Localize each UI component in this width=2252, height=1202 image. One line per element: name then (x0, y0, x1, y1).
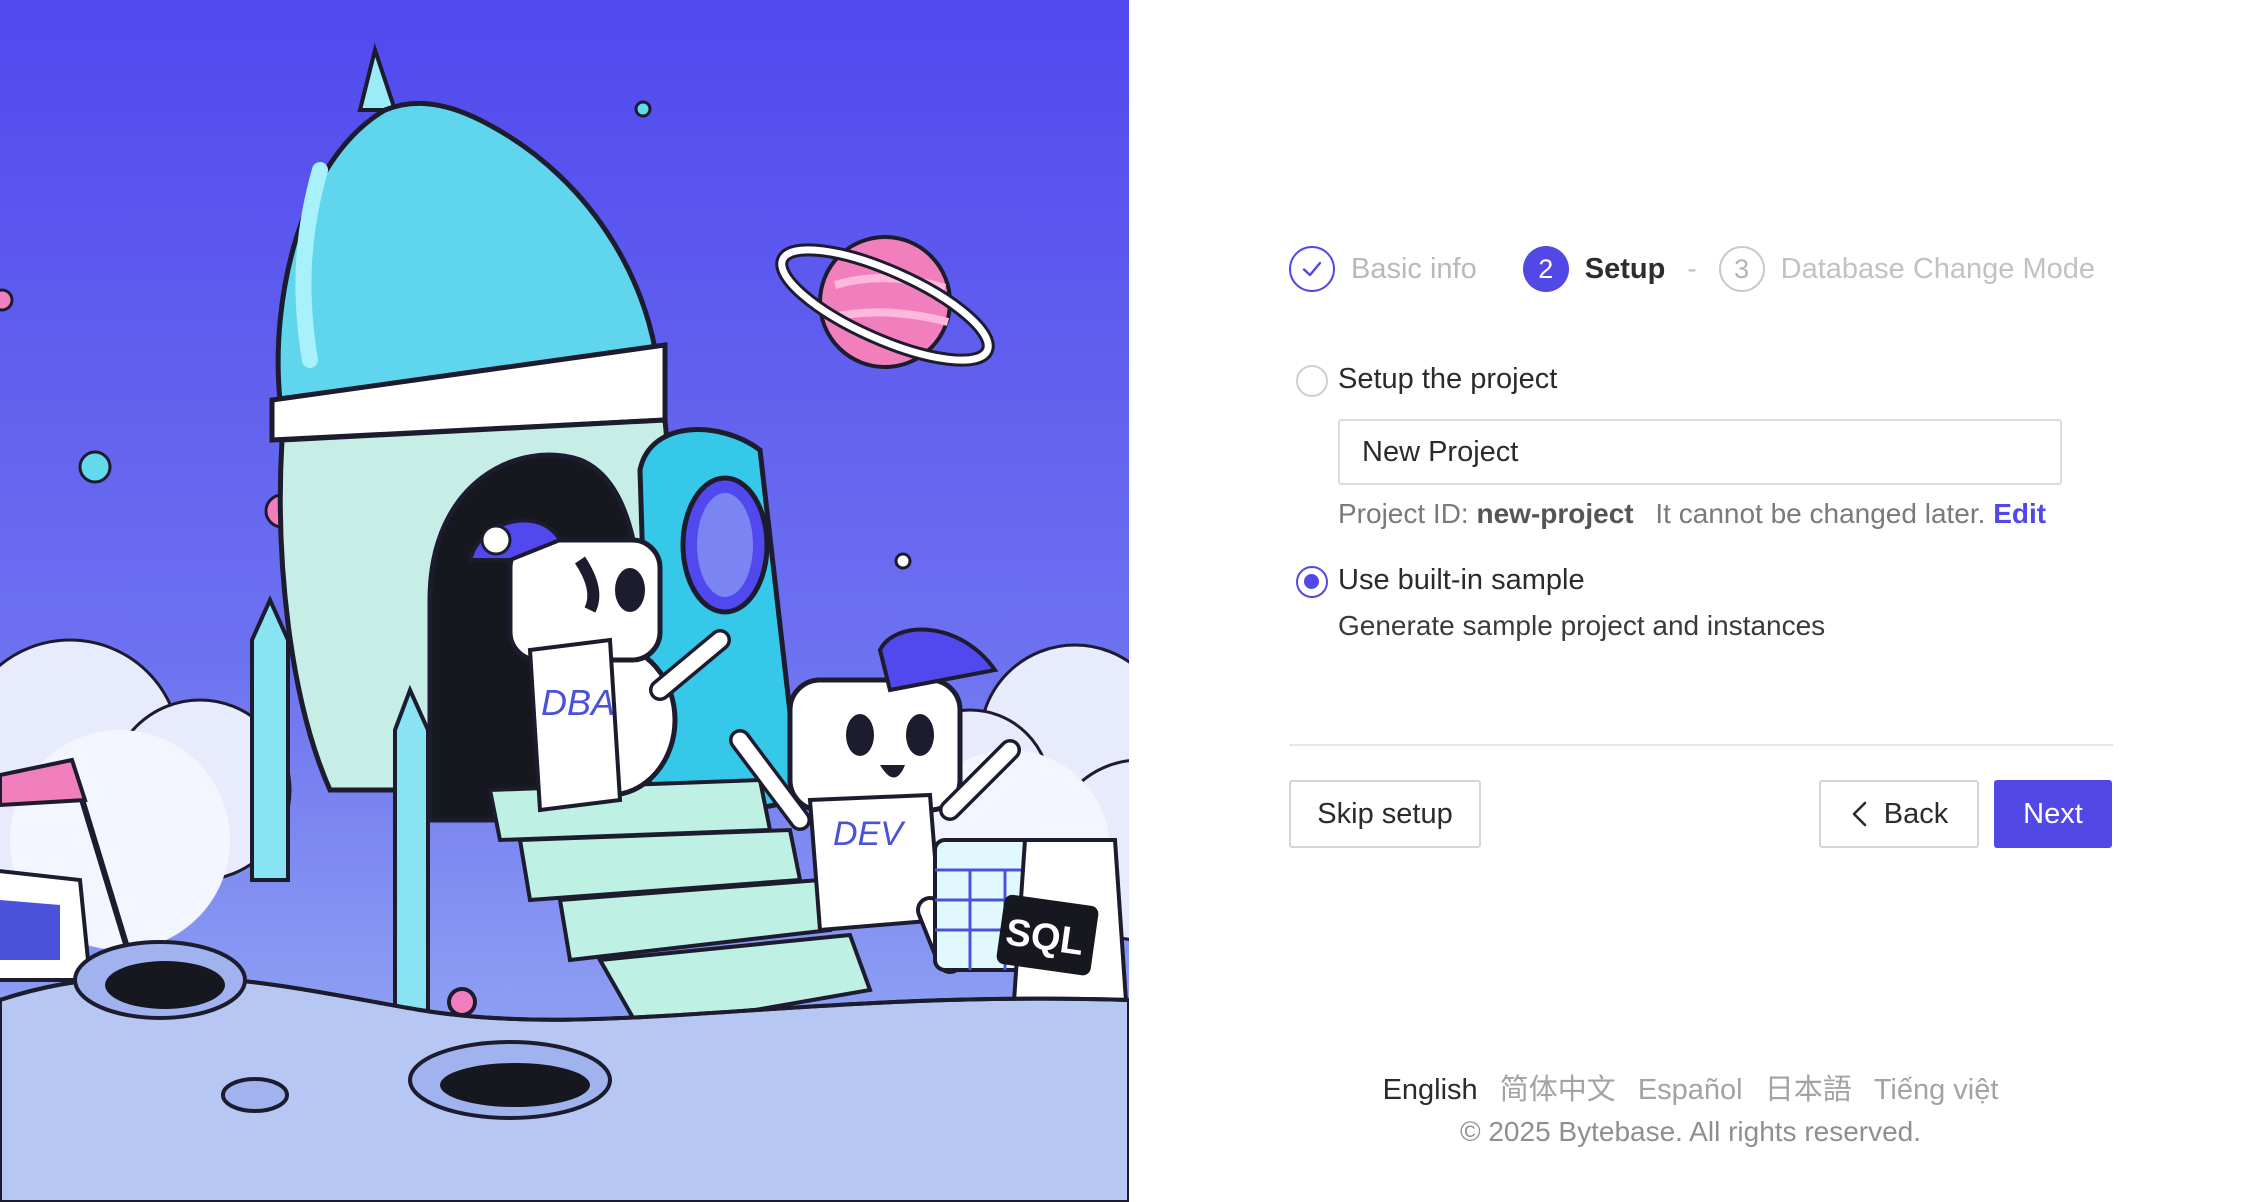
use-sample-label[interactable]: Use built-in sample (1338, 564, 1585, 597)
skip-setup-button[interactable]: Skip setup (1289, 780, 1481, 848)
step-label: Database Change Mode (1780, 252, 2096, 285)
lang-simplified-chinese[interactable]: 简体中文 (1500, 1074, 1616, 1106)
lang-english[interactable]: English (1383, 1074, 1478, 1106)
setup-project-radio[interactable] (1296, 365, 1328, 397)
edit-project-id-link[interactable]: Edit (1993, 498, 2046, 529)
step-database-change-mode[interactable]: 3 Database Change Mode (1718, 246, 2096, 292)
project-id-prefix: Project ID: (1338, 498, 1469, 529)
lang-japanese[interactable]: 日本語 (1765, 1074, 1852, 1106)
svg-text:DBA: DBA (541, 682, 615, 723)
project-name-input[interactable] (1338, 419, 2062, 485)
language-switcher: English 简体中文 Español 日本語 Tiếng việt (1129, 1066, 2252, 1108)
step-basic-info[interactable]: Basic info (1289, 246, 1477, 292)
step-number: 2 (1522, 246, 1569, 292)
back-label: Back (1883, 797, 1949, 830)
svg-text:DEV: DEV (833, 815, 906, 853)
back-button[interactable]: Back (1819, 780, 1979, 848)
step-setup[interactable]: 2 Setup (1522, 246, 1666, 292)
step-number: 3 (1718, 246, 1765, 292)
hero-illustration: DBA DEV SQL (0, 0, 1129, 1202)
project-id-hint: Project ID: new-project It cannot be cha… (1338, 498, 2046, 530)
lang-vietnamese[interactable]: Tiếng việt (1874, 1074, 1999, 1106)
step-label: Setup (1584, 252, 1666, 285)
sample-description: Generate sample project and instances (1338, 610, 1826, 641)
rocket-illustration: DBA DEV SQL (0, 0, 1129, 1202)
step-separator: - (1687, 253, 1697, 284)
stepper: Basic info 2 Setup - 3 Database Change M… (1289, 243, 2095, 295)
chevron-left-icon (1850, 800, 1868, 828)
project-id-note: It cannot be changed later. (1655, 498, 1986, 529)
setup-project-label[interactable]: Setup the project (1338, 363, 1557, 396)
divider (1289, 744, 2113, 746)
use-sample-radio[interactable] (1296, 566, 1328, 598)
lang-spanish[interactable]: Español (1638, 1074, 1743, 1106)
copyright: © 2025 Bytebase. All rights reserved. (1459, 1116, 1922, 1147)
check-icon (1289, 246, 1335, 292)
project-id-value: new-project (1476, 498, 1634, 529)
step-label: Basic info (1351, 252, 1477, 285)
setup-panel: Basic info 2 Setup - 3 Database Change M… (1129, 0, 2252, 1202)
next-button[interactable]: Next (1994, 780, 2112, 848)
